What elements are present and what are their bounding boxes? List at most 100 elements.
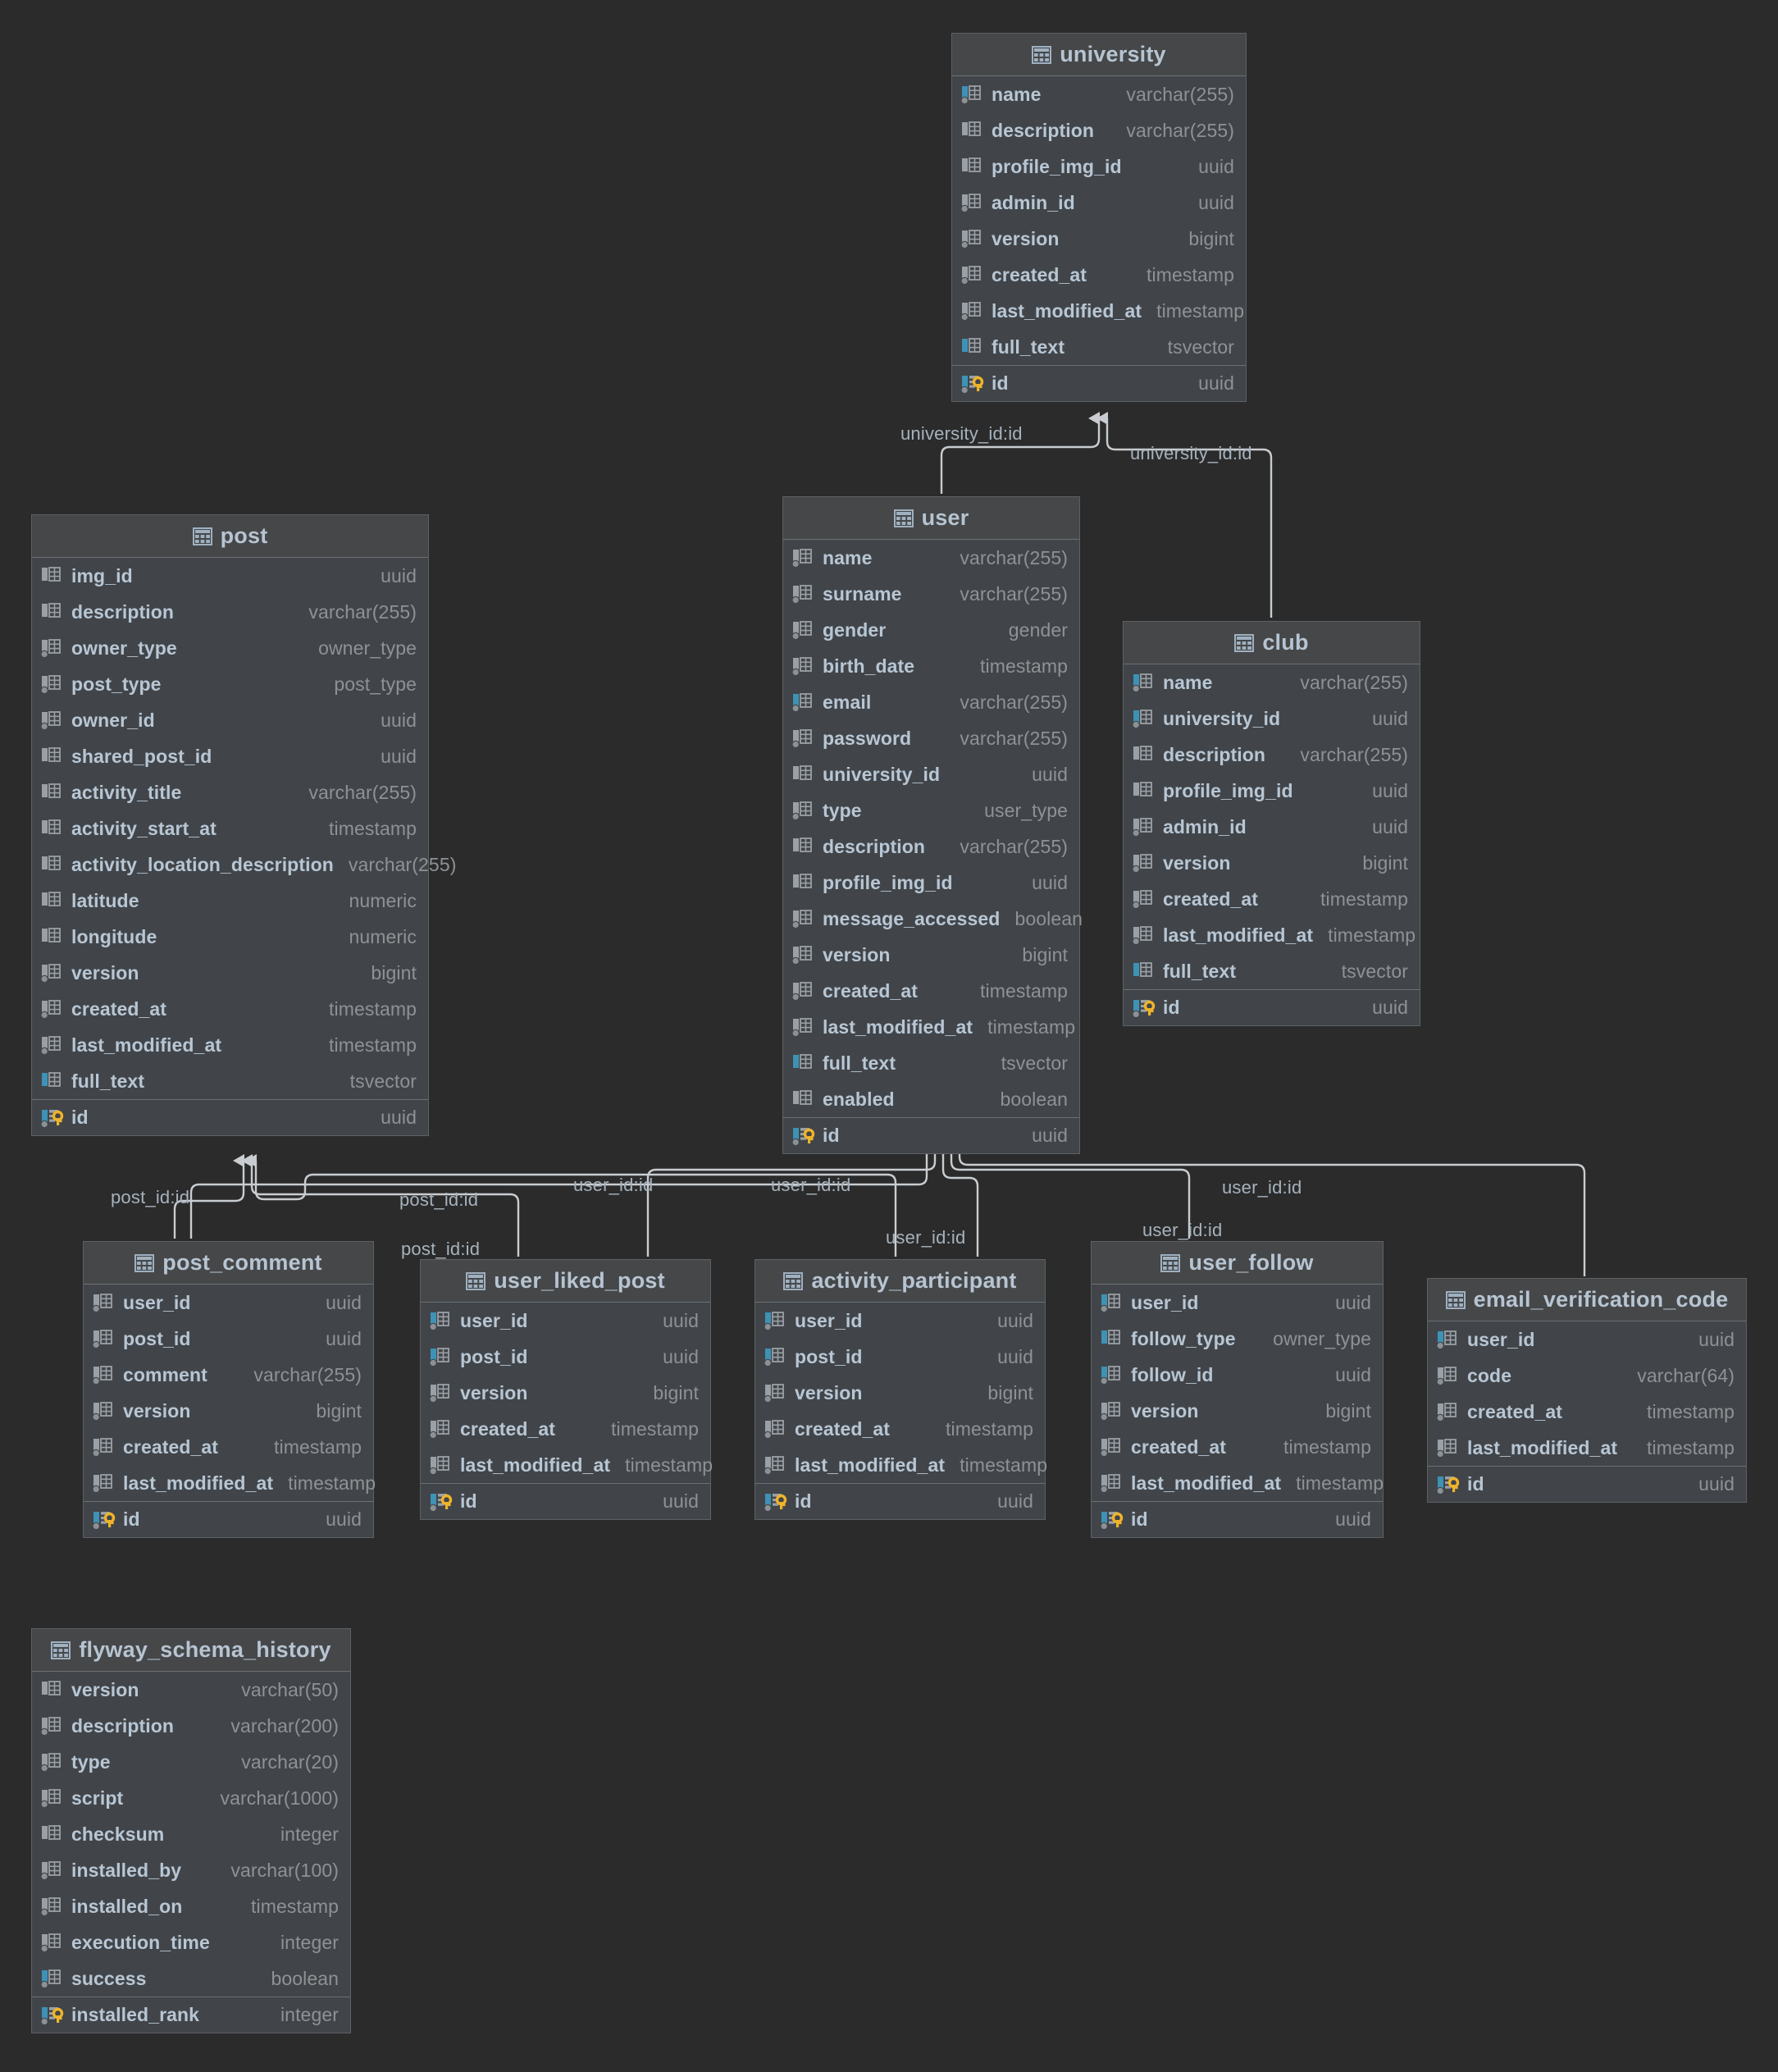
table-header-post[interactable]: post [32,515,428,558]
column-row[interactable]: id uuid [783,1117,1079,1153]
column-row[interactable]: comment varchar(255) [84,1357,373,1393]
column-row[interactable]: created_at timestamp [421,1411,710,1447]
column-row[interactable]: name varchar(255) [952,76,1246,112]
column-row[interactable]: university_id uuid [1124,701,1420,737]
column-row[interactable]: user_id uuid [84,1285,373,1321]
column-row[interactable]: user_id uuid [1428,1321,1746,1358]
table-header-activity_participant[interactable]: activity_participant [755,1260,1045,1303]
column-row[interactable]: version bigint [84,1393,373,1429]
column-row[interactable]: script varchar(1000) [32,1780,350,1816]
column-row[interactable]: shared_post_id uuid [32,738,428,774]
table-box-email_verification_code[interactable]: email_verification_code user_id uuid cod… [1427,1278,1747,1503]
column-row[interactable]: installed_rank integer [32,1997,350,2033]
table-box-post_comment[interactable]: post_comment user_id uuid post_id uuid c… [83,1241,376,1538]
column-row[interactable]: version bigint [1124,845,1420,881]
column-row[interactable]: success boolean [32,1960,350,1997]
column-row[interactable]: created_at timestamp [1092,1429,1383,1465]
column-row[interactable]: activity_start_at timestamp [32,810,428,847]
column-row[interactable]: enabled boolean [783,1081,1079,1117]
column-row[interactable]: name varchar(255) [783,540,1079,576]
table-box-post[interactable]: post img_id uuid description varchar(255… [31,514,456,1136]
column-row[interactable]: follow_type owner_type [1092,1321,1383,1357]
column-row[interactable]: last_modified_at timestamp [783,1009,1079,1045]
column-row[interactable]: type varchar(20) [32,1744,350,1780]
column-row[interactable]: id uuid [84,1501,373,1537]
table-header-flyway_schema_history[interactable]: flyway_schema_history [32,1629,350,1672]
column-row[interactable]: last_modified_at timestamp [952,293,1246,329]
column-row[interactable]: description varchar(255) [32,594,428,630]
column-row[interactable]: version bigint [32,955,428,991]
column-row[interactable]: created_at timestamp [32,991,428,1027]
column-row[interactable]: description varchar(200) [32,1708,350,1744]
column-row[interactable]: name varchar(255) [1124,664,1420,701]
column-row[interactable]: user_id uuid [1092,1285,1383,1321]
column-row[interactable]: full_text tsvector [1124,953,1420,989]
column-row[interactable]: id uuid [952,365,1246,401]
column-row[interactable]: description varchar(255) [783,828,1079,865]
column-row[interactable]: email varchar(255) [783,684,1079,720]
column-row[interactable]: gender gender [783,612,1079,648]
table-header-university[interactable]: university [952,34,1246,76]
column-row[interactable]: id uuid [1428,1466,1746,1502]
column-row[interactable]: version bigint [1092,1393,1383,1429]
column-row[interactable]: profile_img_id uuid [783,865,1079,901]
column-row[interactable]: version bigint [421,1375,710,1411]
column-row[interactable]: id uuid [32,1099,428,1135]
column-row[interactable]: id uuid [1124,989,1420,1025]
column-row[interactable]: created_at timestamp [755,1411,1045,1447]
column-row[interactable]: version varchar(50) [32,1672,350,1708]
column-row[interactable]: description varchar(255) [952,112,1246,148]
column-row[interactable]: admin_id uuid [1124,809,1420,845]
column-row[interactable]: checksum integer [32,1816,350,1852]
column-row[interactable]: last_modified_at timestamp [421,1447,713,1483]
column-row[interactable]: version bigint [755,1375,1045,1411]
column-row[interactable]: post_type post_type [32,666,428,702]
column-row[interactable]: code varchar(64) [1428,1358,1746,1394]
column-row[interactable]: id uuid [755,1483,1045,1519]
column-row[interactable]: owner_id uuid [32,702,428,738]
table-header-club[interactable]: club [1124,622,1420,664]
table-header-post_comment[interactable]: post_comment [84,1242,373,1285]
table-box-flyway_schema_history[interactable]: flyway_schema_history version varchar(50… [31,1628,351,2033]
column-row[interactable]: profile_img_id uuid [1124,773,1420,809]
table-box-university[interactable]: university name varchar(255) description… [951,33,1247,402]
column-row[interactable]: version bigint [783,937,1079,973]
table-box-user[interactable]: user name varchar(255) surname varchar(2… [782,496,1083,1154]
column-row[interactable]: description varchar(255) [1124,737,1420,773]
column-row[interactable]: message_accessed boolean [783,901,1083,937]
column-row[interactable]: last_modified_at timestamp [84,1465,376,1501]
column-row[interactable]: university_id uuid [783,756,1079,792]
table-box-user_liked_post[interactable]: user_liked_post user_id uuid post_id uui… [420,1259,713,1520]
column-row[interactable]: last_modified_at timestamp [1428,1430,1746,1466]
column-row[interactable]: user_id uuid [755,1303,1045,1339]
column-row[interactable]: type user_type [783,792,1079,828]
column-row[interactable]: full_text tsvector [32,1063,428,1099]
column-row[interactable]: longitude numeric [32,919,428,955]
column-row[interactable]: created_at timestamp [1124,881,1420,917]
column-row[interactable]: full_text tsvector [952,329,1246,365]
column-row[interactable]: created_at timestamp [84,1429,373,1465]
column-row[interactable]: birth_date timestamp [783,648,1079,684]
column-row[interactable]: admin_id uuid [952,185,1246,221]
column-row[interactable]: created_at timestamp [783,973,1079,1009]
column-row[interactable]: full_text tsvector [783,1045,1079,1081]
column-row[interactable]: id uuid [421,1483,710,1519]
column-row[interactable]: installed_by varchar(100) [32,1852,350,1888]
table-header-user[interactable]: user [783,497,1079,540]
column-row[interactable]: created_at timestamp [1428,1394,1746,1430]
column-row[interactable]: owner_type owner_type [32,630,428,666]
column-row[interactable]: activity_title varchar(255) [32,774,428,810]
table-header-user_follow[interactable]: user_follow [1092,1242,1383,1285]
column-row[interactable]: img_id uuid [32,558,428,594]
table-box-activity_participant[interactable]: activity_participant user_id uuid post_i… [755,1259,1047,1520]
column-row[interactable]: installed_on timestamp [32,1888,350,1924]
column-row[interactable]: user_id uuid [421,1303,710,1339]
column-row[interactable]: password varchar(255) [783,720,1079,756]
column-row[interactable]: profile_img_id uuid [952,148,1246,185]
column-row[interactable]: execution_time integer [32,1924,350,1960]
column-row[interactable]: id uuid [1092,1501,1383,1537]
column-row[interactable]: last_modified_at timestamp [32,1027,428,1063]
column-row[interactable]: last_modified_at timestamp [1092,1465,1384,1501]
column-row[interactable]: follow_id uuid [1092,1357,1383,1393]
column-row[interactable]: created_at timestamp [952,257,1246,293]
